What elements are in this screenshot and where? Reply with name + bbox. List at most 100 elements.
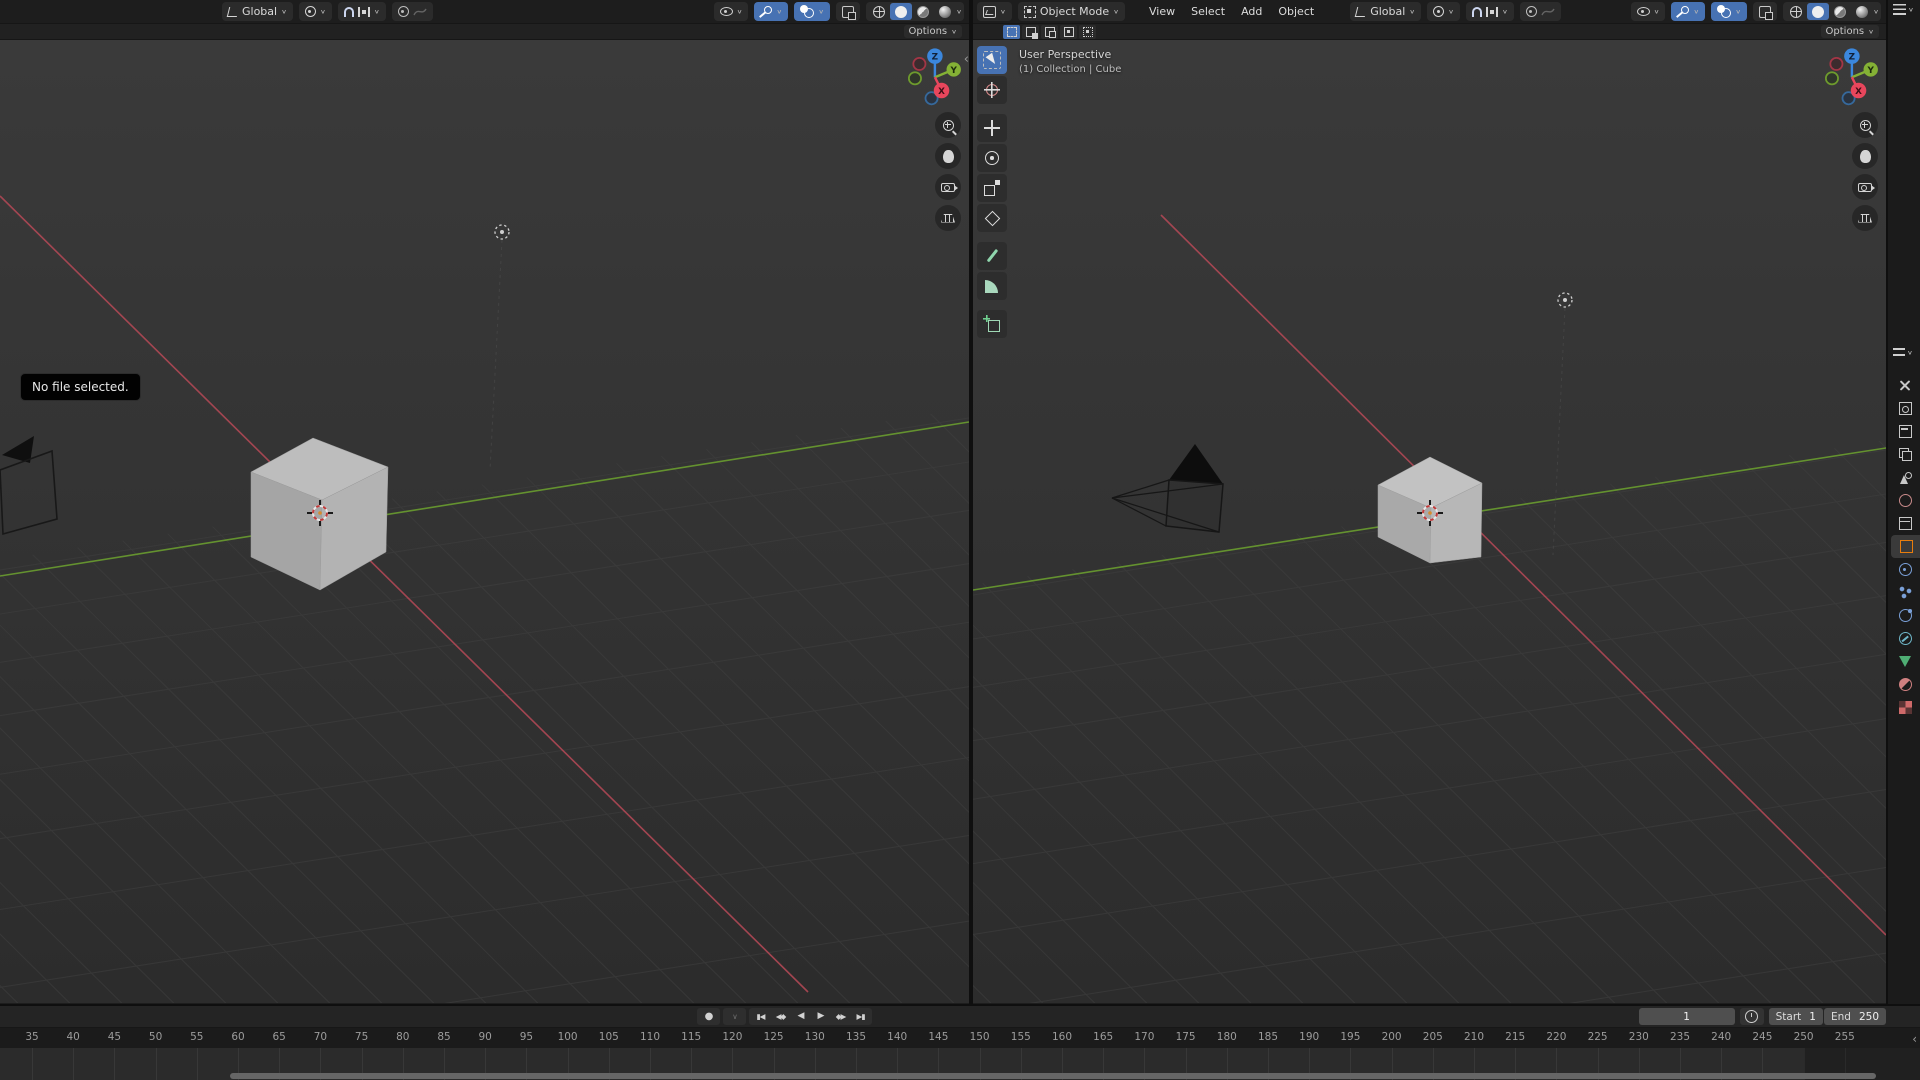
transform-orientation-dropdown[interactable]: Global ∨: [222, 2, 293, 21]
tool-add-cube-button[interactable]: [977, 310, 1007, 338]
timeline-editor[interactable]: ● ∨ ▮◀◀◆◀▶◆▶▶▮ 1 Start 1 End 250: [0, 1004, 1920, 1080]
camera-view-button[interactable]: [935, 174, 961, 200]
shading-solid-button[interactable]: [890, 3, 912, 20]
snap-controls[interactable]: ∨: [1466, 2, 1514, 21]
shading-material-button[interactable]: [1829, 3, 1851, 20]
properties-tab-view-layer[interactable]: [1888, 443, 1920, 466]
pan-button[interactable]: [935, 143, 961, 169]
viewport-left[interactable]: Global ∨ ∨ ∨: [0, 0, 969, 1004]
gizmo-negative-x[interactable]: [913, 58, 925, 70]
xray-toggle[interactable]: [1753, 2, 1777, 21]
viewport-right[interactable]: ∨ Object Mode ∨ ViewSelectAddObject Glob…: [973, 0, 1886, 1004]
snap-controls[interactable]: ∨: [338, 2, 386, 21]
menu-add[interactable]: Add: [1233, 2, 1270, 21]
properties-tab-output[interactable]: [1888, 420, 1920, 443]
jump-to-start-button[interactable]: ▮◀: [751, 1009, 770, 1024]
gizmos-toggle[interactable]: ∨: [754, 2, 788, 21]
properties-editor-type-button[interactable]: ∨: [1893, 348, 1913, 358]
options-dropdown[interactable]: Options ∨: [904, 25, 962, 38]
properties-tab-collection[interactable]: [1888, 512, 1920, 535]
jump-to-end-button[interactable]: ▶▮: [851, 1009, 870, 1024]
select-mode-subtract-button[interactable]: [1041, 25, 1058, 39]
camera-view-button[interactable]: [1852, 174, 1878, 200]
end-frame-field[interactable]: End 250: [1824, 1008, 1886, 1025]
viewport-right-canvas[interactable]: User Perspective (1) Collection | Cube Z…: [973, 40, 1886, 1003]
perspective-toggle-button[interactable]: [935, 205, 961, 231]
shading-solid-button[interactable]: [1807, 3, 1829, 20]
timeline-ruler[interactable]: ‹ 35404550556065707580859095100105110115…: [0, 1028, 1920, 1048]
properties-tab-world[interactable]: [1888, 489, 1920, 512]
navigation-gizmo[interactable]: Z Y X: [905, 44, 967, 109]
select-mode-extend-button[interactable]: [1022, 25, 1039, 39]
shading-wireframe-button[interactable]: [1785, 3, 1807, 20]
menu-select[interactable]: Select: [1183, 2, 1233, 21]
properties-tab-constraints[interactable]: [1888, 627, 1920, 650]
properties-tab-material[interactable]: [1888, 673, 1920, 696]
gizmo-negative-y[interactable]: [909, 72, 921, 84]
shading-wireframe-button[interactable]: [868, 3, 890, 20]
properties-tab-texture[interactable]: [1888, 696, 1920, 719]
previous-keyframe-button[interactable]: ◀◆: [771, 1009, 790, 1024]
transform-orientation-dropdown[interactable]: Global ∨: [1350, 2, 1421, 21]
current-frame-field[interactable]: 1: [1639, 1008, 1735, 1025]
tool-scale-button[interactable]: [977, 174, 1007, 202]
properties-tab-strip: [1888, 374, 1920, 719]
properties-tab-scene[interactable]: [1888, 466, 1920, 489]
zoom-button[interactable]: [1852, 112, 1878, 138]
gizmo-negative-x[interactable]: [1830, 58, 1842, 70]
play-reverse-button[interactable]: ◀: [791, 1009, 810, 1024]
timeline-horizontal-scrollbar[interactable]: [230, 1073, 1876, 1079]
overlays-toggle[interactable]: ∨: [1711, 2, 1747, 21]
select-mode-intersect-button[interactable]: [1079, 25, 1096, 39]
properties-tab-render[interactable]: [1888, 397, 1920, 420]
properties-tab-particles[interactable]: [1888, 581, 1920, 604]
properties-tab-tool[interactable]: [1888, 374, 1920, 397]
zoom-button[interactable]: [935, 112, 961, 138]
options-dropdown[interactable]: Options ∨: [1821, 25, 1879, 38]
use-preview-range-button[interactable]: [1740, 1008, 1764, 1025]
start-frame-field[interactable]: Start 1: [1769, 1008, 1823, 1025]
perspective-toggle-button[interactable]: [1852, 205, 1878, 231]
properties-tab-modifiers[interactable]: [1888, 558, 1920, 581]
playback-popover-button[interactable]: ∨: [725, 1009, 744, 1024]
proportional-edit-controls[interactable]: [392, 2, 433, 21]
record-button[interactable]: ●: [699, 1009, 718, 1024]
properties-tab-data[interactable]: [1888, 650, 1920, 673]
xray-toggle[interactable]: [836, 2, 860, 21]
editor-type-dropdown[interactable]: ∨: [977, 2, 1012, 21]
sidebar-collapse-arrow[interactable]: ‹: [964, 52, 969, 67]
overlays-toggle[interactable]: ∨: [794, 2, 830, 21]
tool-cursor-button[interactable]: [977, 76, 1007, 104]
tool-measure-button[interactable]: [977, 272, 1007, 300]
show-object-types-dropdown[interactable]: ∨: [1631, 2, 1666, 21]
navigation-gizmo[interactable]: Z Y X: [1822, 44, 1884, 109]
shading-rendered-button[interactable]: [934, 3, 956, 20]
pivot-point-dropdown[interactable]: ∨: [299, 2, 332, 21]
tool-select-box-button[interactable]: [977, 46, 1007, 74]
show-object-types-dropdown[interactable]: ∨: [714, 2, 749, 21]
pan-button[interactable]: [1852, 143, 1878, 169]
pivot-point-dropdown[interactable]: ∨: [1427, 2, 1460, 21]
mode-dropdown[interactable]: Object Mode ∨: [1018, 2, 1125, 21]
shading-rendered-button[interactable]: [1851, 3, 1873, 20]
gizmos-toggle[interactable]: ∨: [1671, 2, 1705, 21]
tool-annotate-button[interactable]: [977, 242, 1007, 270]
tool-transform-button[interactable]: [977, 204, 1007, 232]
properties-tab-object[interactable]: [1891, 535, 1920, 558]
outliner-editor-type-button[interactable]: ∨: [1893, 4, 1914, 15]
tool-move-button[interactable]: [977, 114, 1007, 142]
proportional-edit-controls[interactable]: [1520, 2, 1561, 21]
shading-material-button[interactable]: [912, 3, 934, 20]
viewport-left-canvas[interactable]: No file selected. Z Y X: [0, 40, 969, 1003]
gizmo-negative-y[interactable]: [1826, 72, 1838, 84]
play-forward-button[interactable]: ▶: [811, 1009, 830, 1024]
select-mode-set-button[interactable]: [1003, 25, 1020, 39]
select-mode-invert-button[interactable]: [1060, 25, 1077, 39]
menu-view[interactable]: View: [1141, 2, 1183, 21]
tool-rotate-button[interactable]: [977, 144, 1007, 172]
next-keyframe-button[interactable]: ◆▶: [831, 1009, 850, 1024]
timeline-tracks[interactable]: [0, 1048, 1920, 1080]
timeline-collapse-arrow[interactable]: ‹: [1912, 1032, 1917, 1046]
menu-object[interactable]: Object: [1270, 2, 1322, 21]
properties-tab-physics[interactable]: [1888, 604, 1920, 627]
